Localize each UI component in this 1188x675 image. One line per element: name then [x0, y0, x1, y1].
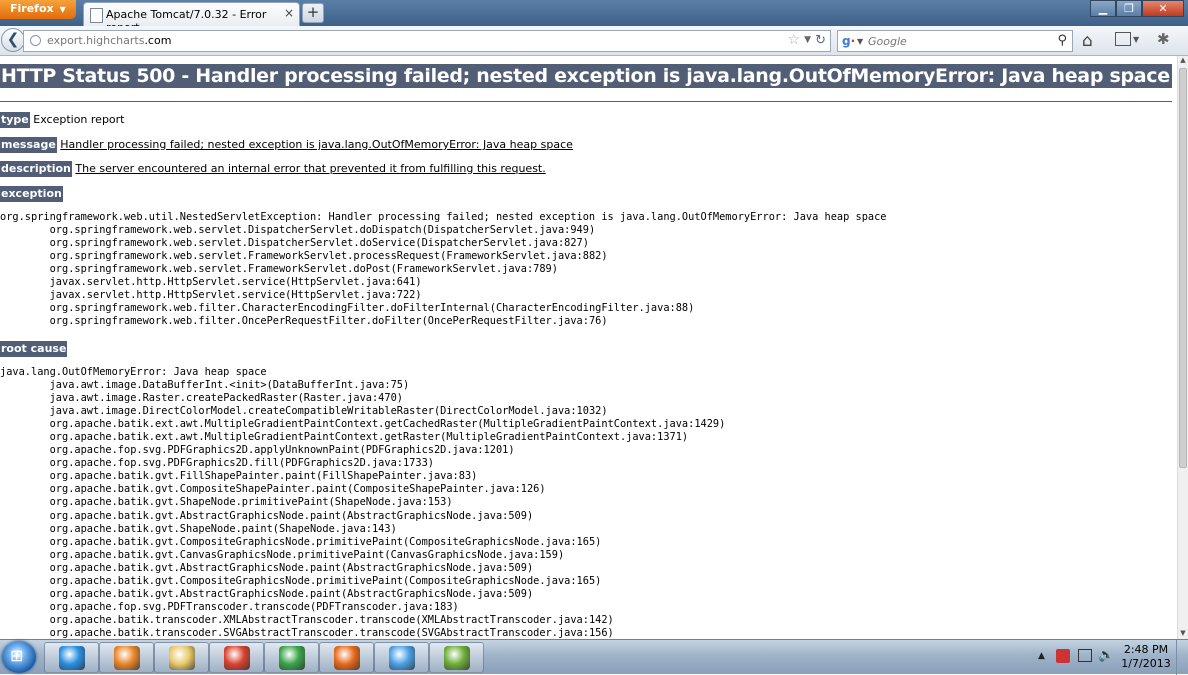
taskbar-app-internet-explorer[interactable]: [44, 642, 99, 673]
network-icon[interactable]: [1078, 649, 1092, 662]
type-value: Exception report: [33, 113, 125, 126]
action-center-flag-icon[interactable]: [1056, 649, 1070, 663]
close-window-button[interactable]: ✕: [1142, 0, 1184, 17]
description-value: The server encountered an internal error…: [75, 162, 546, 175]
tab-error-report[interactable]: Apache Tomcat/7.0.32 - Error report ×: [83, 2, 300, 34]
root-cause-row: root cause: [0, 341, 68, 357]
media-player-icon: [114, 646, 140, 670]
search-input[interactable]: Google: [868, 35, 907, 48]
scroll-thumb[interactable]: [1179, 68, 1187, 468]
magnifier-icon[interactable]: ⚲: [1057, 33, 1067, 48]
root-cause-label: root cause: [0, 341, 68, 357]
taskbar-app-chart-app[interactable]: [429, 642, 484, 673]
url-tld: .com: [144, 34, 172, 47]
show-hidden-icons-icon[interactable]: ▲: [1038, 651, 1045, 661]
taskbar-app-file-explorer[interactable]: [154, 642, 209, 673]
chevron-down-icon[interactable]: ▼: [1133, 35, 1139, 44]
type-label: type: [0, 112, 30, 128]
exception-label: exception: [0, 186, 63, 202]
address-bar[interactable]: export.highcharts.com ☆ ▼ ↻: [23, 30, 831, 52]
bookmark-star-icon[interactable]: ☆: [787, 32, 800, 48]
start-button[interactable]: ⊞: [2, 641, 36, 673]
url-host: export.highcharts: [47, 34, 145, 47]
type-row: type Exception report: [0, 112, 125, 128]
page-content: HTTP Status 500 - Handler processing fai…: [0, 56, 1177, 639]
message-value: Handler processing failed; nested except…: [60, 138, 573, 151]
windows-logo-icon: ⊞: [10, 646, 24, 665]
taskbar-app-sugarsync[interactable]: [264, 642, 319, 673]
vertical-scrollbar[interactable]: ▲ ▼: [1177, 56, 1188, 639]
divider: [0, 101, 1172, 102]
close-icon[interactable]: ×: [284, 6, 294, 20]
internet-explorer-icon: [59, 646, 85, 670]
file-explorer-icon: [169, 646, 195, 670]
chevron-down-icon[interactable]: ▼: [857, 37, 863, 46]
new-tab-button[interactable]: +: [302, 3, 324, 23]
show-desktop-button[interactable]: [1176, 640, 1188, 675]
window-titlebar: Firefox ▼ Apache Tomcat/7.0.32 - Error re…: [0, 0, 1188, 34]
dropdown-icon[interactable]: ▼: [804, 35, 811, 45]
exception-row: exception: [0, 186, 63, 202]
scroll-up-icon[interactable]: ▲: [1178, 56, 1188, 66]
firefox-menu-label: Firefox: [10, 2, 54, 15]
sugarsync-icon: [279, 646, 305, 670]
message-label: message: [0, 137, 57, 153]
clock-time: 2:48 PM: [1123, 643, 1169, 656]
flash-tool-icon: [389, 646, 415, 670]
home-icon[interactable]: ⌂: [1082, 31, 1093, 51]
url-text[interactable]: export.highcharts.com: [47, 34, 171, 47]
firefox-icon: [334, 646, 360, 670]
taskbar-app-firefox[interactable]: [319, 642, 374, 673]
description-label: description: [0, 161, 72, 177]
globe-icon: [30, 35, 41, 46]
scroll-down-icon[interactable]: ▼: [1178, 629, 1188, 639]
description-row: description The server encountered an in…: [0, 161, 546, 177]
taskbar-app-media-player[interactable]: [99, 642, 154, 673]
taskbar-app-chrome[interactable]: [209, 642, 264, 673]
volume-icon[interactable]: 🔈: [1098, 648, 1114, 663]
root-cause-stacktrace: java.lang.OutOfMemoryError: Java heap sp…: [0, 366, 726, 639]
windows-taskbar: ⊞ ▲ 🔈 2:48 PM 1/7/2013: [0, 639, 1188, 675]
chart-app-icon: [444, 646, 470, 670]
page-icon: [90, 8, 103, 23]
page-title: HTTP Status 500 - Handler processing fai…: [0, 64, 1172, 88]
minimize-button[interactable]: ▁: [1090, 0, 1116, 17]
taskbar-app-flash-tool[interactable]: [374, 642, 429, 673]
maximize-button[interactable]: ❐: [1116, 0, 1142, 17]
clock[interactable]: 2:48 PM 1/7/2013: [1120, 643, 1172, 671]
clock-date: 1/7/2013: [1121, 657, 1171, 670]
addon-icon[interactable]: ✱: [1157, 30, 1170, 48]
firefox-menu-button[interactable]: Firefox ▼: [0, 0, 76, 19]
navigation-toolbar: ❮ export.highcharts.com ☆ ▼ ↻ g· ▼ Googl…: [0, 26, 1188, 56]
search-box[interactable]: g· ▼ Google ⚲: [837, 30, 1073, 52]
message-row: message Handler processing failed; neste…: [0, 137, 573, 153]
chevron-down-icon: ▼: [59, 5, 66, 14]
chrome-icon: [224, 646, 250, 670]
google-icon[interactable]: g·: [842, 34, 855, 48]
bookmarks-icon[interactable]: [1115, 32, 1131, 46]
exception-stacktrace: org.springframework.web.util.NestedServl…: [0, 211, 887, 328]
reload-icon[interactable]: ↻: [815, 33, 826, 48]
back-button[interactable]: ❮: [1, 28, 25, 52]
window-controls: ▁ ❐ ✕: [1090, 0, 1184, 18]
